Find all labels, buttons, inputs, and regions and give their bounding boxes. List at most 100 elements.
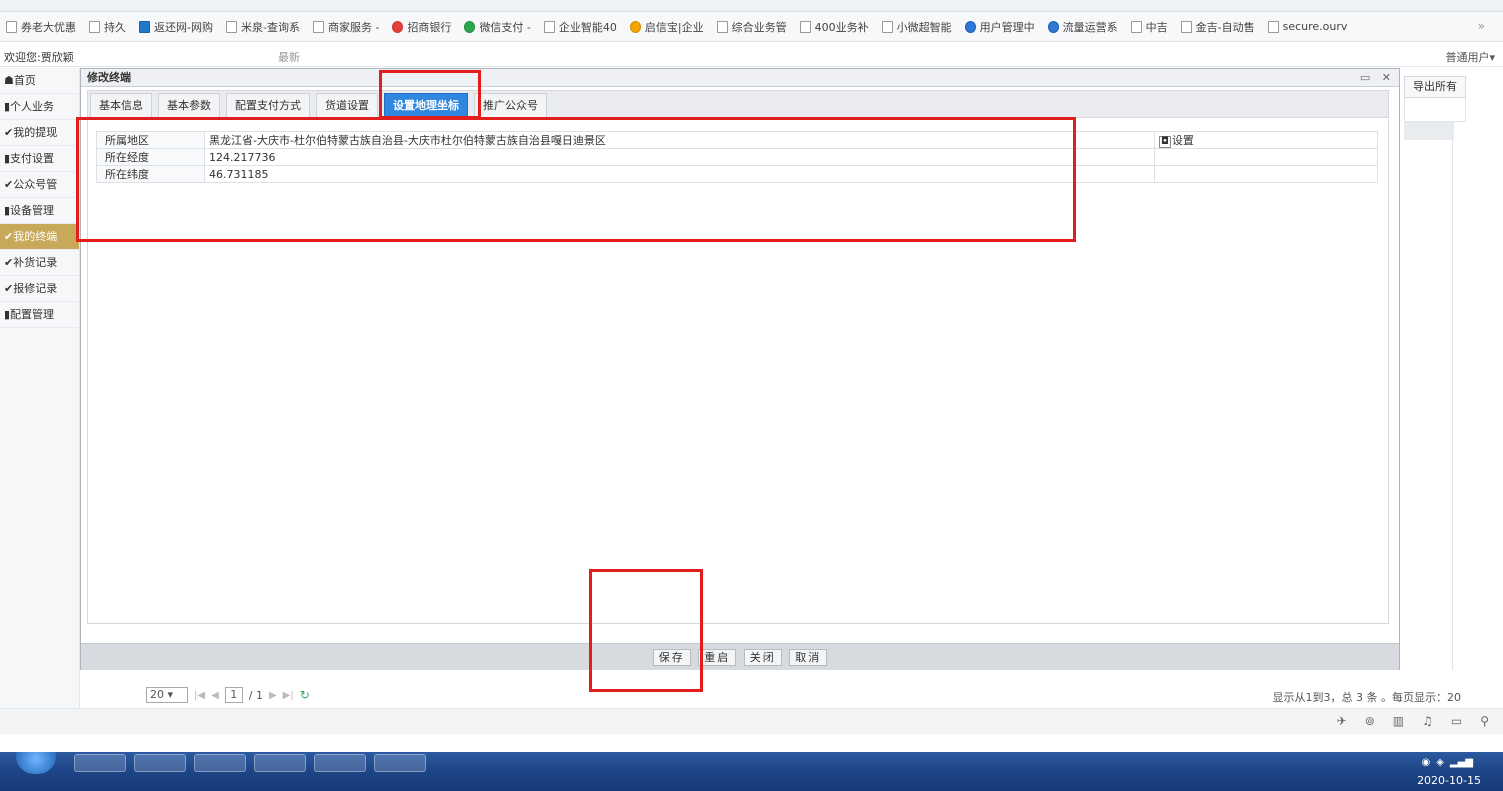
user-menu[interactable]: 普通用户▾ xyxy=(1445,49,1495,65)
window-icon[interactable]: ▭ xyxy=(1451,714,1462,728)
app-header: 欢迎您:贾欣颖 最新 普通用户▾ xyxy=(0,43,1503,67)
sidebar-item-withdrawals[interactable]: ✔我的提现 xyxy=(0,120,79,146)
taskbar-app-terminal[interactable] xyxy=(194,754,246,772)
bookmark-item[interactable]: 流量运营系 xyxy=(1047,19,1118,35)
page-size-select[interactable]: 20 ▾ xyxy=(146,687,188,703)
taskbar-app-explorer[interactable] xyxy=(314,754,366,772)
bookmark-item[interactable]: 金吉-自动售 xyxy=(1180,19,1255,35)
bookmark-item[interactable]: 400业务补 xyxy=(799,19,869,35)
browser-tools: ✈ ⊚ ▥ ♫ ▭ ⚲ xyxy=(1337,714,1489,728)
grid-header xyxy=(1404,122,1454,140)
bookmark-item[interactable]: 持久 xyxy=(89,19,126,35)
start-button[interactable] xyxy=(16,752,56,774)
page-icon xyxy=(881,20,893,33)
refresh-icon[interactable]: ↻ xyxy=(300,688,310,702)
search-icon[interactable]: ⚲ xyxy=(1480,714,1489,728)
export-all-button[interactable]: 导出所有 xyxy=(1404,76,1466,98)
page-icon xyxy=(225,20,237,33)
divider xyxy=(1452,140,1453,670)
header-notice: 最新 xyxy=(278,51,300,64)
bookmark-item[interactable]: 用户管理中 xyxy=(964,19,1035,35)
sidebar-item-device-management[interactable]: ▮设备管理 xyxy=(0,198,79,224)
restart-button[interactable]: 重启 xyxy=(698,649,737,666)
tab-channel-settings[interactable]: 货道设置 xyxy=(316,93,378,117)
bookmark-item[interactable]: 小微超智能 xyxy=(881,19,952,35)
welcome-text: 欢迎您:贾欣颖 xyxy=(4,51,74,64)
bookmark-item[interactable]: secure.ourv xyxy=(1267,20,1347,33)
page-number-input[interactable]: 1 xyxy=(224,687,243,703)
shield-icon xyxy=(629,20,641,33)
tab-basic-info[interactable]: 基本信息 xyxy=(90,93,152,117)
sidebar: ☗首页 ▮个人业务 ✔我的提现 ▮支付设置 ✔公众号管 ▮设备管理 ✔我的终端 … xyxy=(0,68,80,708)
sidebar-item-payment-settings[interactable]: ▮支付设置 xyxy=(0,146,79,172)
taskbar-app-browser[interactable] xyxy=(74,754,126,772)
browser-toolbar xyxy=(0,0,1503,12)
bookmark-item[interactable]: 米泉-查询系 xyxy=(225,19,300,35)
rebate-icon xyxy=(139,20,150,33)
taskbar-app-chat[interactable] xyxy=(134,754,186,772)
bookmark-item[interactable]: 启信宝|企业 xyxy=(629,19,704,35)
bookmark-item[interactable]: 券老大优惠 xyxy=(6,19,76,35)
prev-page-icon[interactable]: ◀ xyxy=(211,690,219,701)
first-page-icon[interactable]: |◀ xyxy=(194,690,205,701)
clock[interactable]: 2020-10-15 xyxy=(1417,774,1481,787)
bookmark-item[interactable]: 企业智能40 xyxy=(543,19,617,35)
wechat-icon xyxy=(464,20,476,33)
empty-cell xyxy=(1154,165,1378,183)
clip-icon[interactable]: ⊚ xyxy=(1365,714,1375,728)
next-page-icon[interactable]: ▶ xyxy=(269,690,277,701)
tab-basic-params[interactable]: 基本参数 xyxy=(158,93,220,117)
bookmark-item[interactable]: 中吉 xyxy=(1130,19,1168,35)
volume-icon[interactable]: ♫ xyxy=(1422,714,1433,728)
close-button[interactable]: 关闭 xyxy=(743,649,782,666)
bookmarks-bar: 券老大优惠 持久 返还网-网购 米泉-查询系 商家服务 - 招商银行 微信支付 … xyxy=(0,12,1503,42)
signal-icon[interactable]: ▂▄▆ xyxy=(1450,757,1473,768)
annotation-box-save xyxy=(589,569,703,692)
page-icon xyxy=(799,20,811,33)
system-tray: ◉ ◈ ▂▄▆ xyxy=(1421,752,1473,772)
taskbar-app-notepad[interactable] xyxy=(254,754,306,772)
volume-tray-icon[interactable]: ◈ xyxy=(1436,757,1444,768)
dialog-title: 修改终端 xyxy=(87,71,131,84)
sidebar-item-official-accounts[interactable]: ✔公众号管 xyxy=(0,172,79,198)
user-icon xyxy=(964,20,976,33)
dialog-title-bar: 修改终端 ▭ ✕ xyxy=(81,69,1399,87)
tab-promote-official-account[interactable]: 推广公众号 xyxy=(474,93,547,117)
annotation-box-tab xyxy=(379,70,481,119)
page-icon xyxy=(6,20,17,33)
bank-icon xyxy=(392,20,404,33)
settings-icon: ◘ xyxy=(1159,136,1171,148)
last-page-icon[interactable]: ▶| xyxy=(283,690,294,701)
rocket-icon[interactable]: ✈ xyxy=(1337,714,1347,728)
network-icon[interactable]: ◉ xyxy=(1421,757,1430,768)
page-icon xyxy=(1267,20,1279,33)
page-icon xyxy=(89,20,100,33)
taskbar-app-editor[interactable] xyxy=(374,754,426,772)
bookmark-item[interactable]: 综合业务管 xyxy=(716,19,787,35)
page-icon xyxy=(1180,20,1192,33)
cancel-button[interactable]: 取消 xyxy=(789,649,828,666)
sidebar-item-my-terminals[interactable]: ✔我的终端 xyxy=(0,224,79,250)
sidebar-item-restock-records[interactable]: ✔补货记录 xyxy=(0,250,79,276)
pagination: 20 ▾ |◀ ◀ 1 / 1 ▶ ▶| ↻ xyxy=(146,686,310,704)
sidebar-item-repair-records[interactable]: ✔报修记录 xyxy=(0,276,79,302)
region-set-button[interactable]: ◘ 设置 xyxy=(1154,131,1378,149)
bookmark-item[interactable]: 微信支付 - xyxy=(464,19,531,35)
bookmark-item[interactable]: 商家服务 - xyxy=(312,19,379,35)
tab-payment-methods[interactable]: 配置支付方式 xyxy=(226,93,310,117)
bookmarks-overflow-icon[interactable]: » xyxy=(1478,19,1485,33)
page-icon xyxy=(312,20,324,33)
sidebar-item-config-management[interactable]: ▮配置管理 xyxy=(0,302,79,328)
windows-taskbar: ◉ ◈ ▂▄▆ 2020-10-15 xyxy=(0,752,1503,791)
leaf-icon xyxy=(1047,20,1059,33)
page-info: 显示从1到3，总 3 条 。每页显示：20 xyxy=(1272,691,1461,704)
page-icon xyxy=(716,20,728,33)
empty-cell xyxy=(1154,148,1378,166)
sidebar-item-home[interactable]: ☗首页 xyxy=(0,68,79,94)
bookmark-item[interactable]: 招商银行 xyxy=(392,19,451,35)
bookmark-item[interactable]: 返还网-网购 xyxy=(139,19,213,35)
trash-icon[interactable]: ▥ xyxy=(1393,714,1404,728)
tab-bar: 基本信息 基本参数 配置支付方式 货道设置 设置地理坐标 推广公众号 xyxy=(87,90,1389,118)
dialog-window-controls[interactable]: ▭ ✕ xyxy=(1360,69,1395,87)
sidebar-item-personal-business[interactable]: ▮个人业务 xyxy=(0,94,79,120)
